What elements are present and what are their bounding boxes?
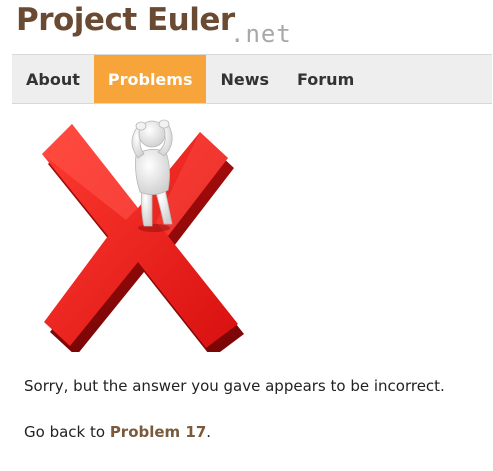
main-nav: About Problems News Forum <box>12 54 492 104</box>
nav-item-problems[interactable]: Problems <box>93 55 207 103</box>
nav-item-forum[interactable]: Forum <box>283 55 368 103</box>
logo-suffix: .net <box>230 20 292 48</box>
go-back-suffix: . <box>206 423 212 441</box>
nav-item-news[interactable]: News <box>206 55 283 103</box>
go-back-line: Go back to Problem 17. <box>24 423 211 441</box>
red-cross-with-figure-icon <box>30 112 250 358</box>
logo-title: Project Euler <box>16 2 235 38</box>
nav-item-about[interactable]: About <box>12 55 94 103</box>
site-logo[interactable]: Project Euler .net <box>16 0 316 48</box>
go-back-prefix: Go back to <box>24 423 110 441</box>
incorrect-answer-message: Sorry, but the answer you gave appears t… <box>24 377 445 395</box>
problem-link[interactable]: Problem 17 <box>110 423 206 441</box>
